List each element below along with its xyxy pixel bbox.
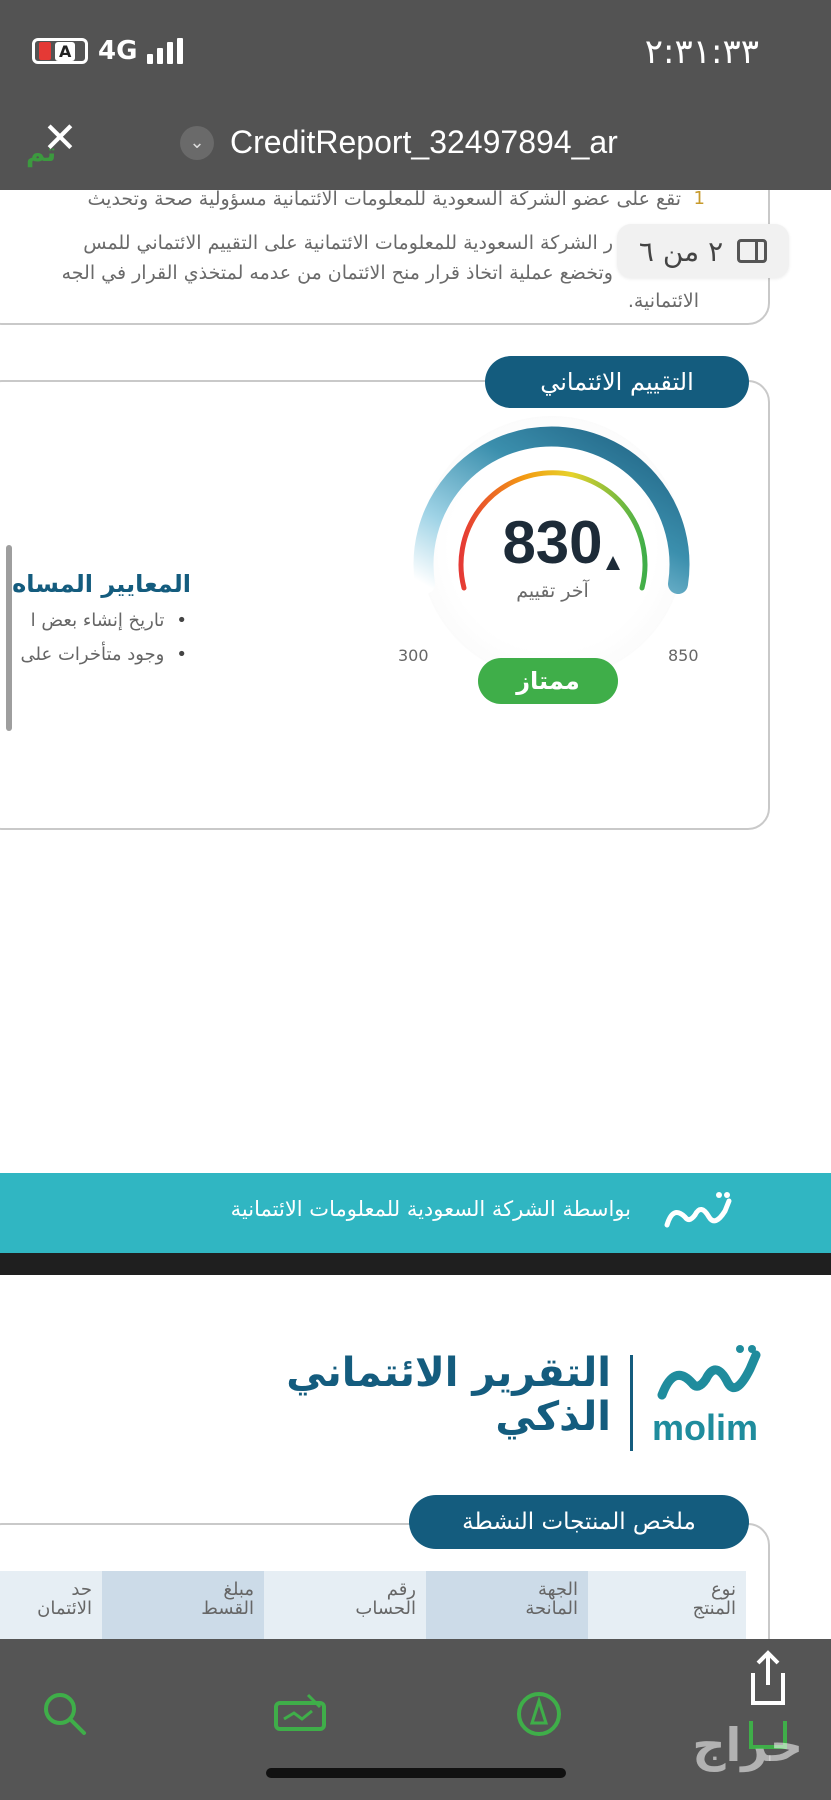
note-line-3: وتخضع عملية اتخاذ قرار منح الائتمان من ع… [61, 262, 613, 284]
report-title: التقرير الائتماني الذكي [286, 1350, 611, 1440]
title-separator [630, 1355, 633, 1451]
battery-icon: A [32, 38, 88, 64]
rating-badge: ممتاز [478, 658, 618, 704]
status-indicators: A 4G [32, 36, 184, 66]
score-value: 830 [502, 509, 603, 576]
credit-score-heading: التقييم الائتماني [485, 356, 749, 408]
page-divider [0, 1253, 831, 1275]
score-min-label: 300 [398, 646, 429, 665]
signal-icon [147, 38, 184, 64]
home-indicator[interactable] [266, 1768, 566, 1778]
document-title-button[interactable]: ⌄ CreditReport_32497894_ar [180, 124, 618, 161]
chevron-down-icon: ⌄ [180, 125, 214, 160]
close-icon[interactable]: ✕ [40, 117, 80, 159]
share-icon[interactable] [745, 1649, 791, 1709]
criteria-item: وجود متأخرات على [21, 644, 187, 665]
note-line-2: ر الشركة السعودية للمعلومات الائتمانية ع… [83, 232, 613, 254]
signature-icon[interactable] [272, 1689, 328, 1739]
note-line-4: الائتمانية. [627, 290, 699, 312]
note-line-1: تقع على عضو الشركة السعودية للمعلومات ال… [87, 190, 682, 210]
score-caption: آخر تقييم [516, 580, 589, 602]
document-title: CreditReport_32497894_ar [230, 124, 618, 160]
page-indicator-text: ٢ من ٦ [638, 234, 724, 268]
sidebar-icon [737, 239, 768, 263]
criteria-item: تاريخ إنشاء بعض ا [31, 610, 187, 631]
summary-heading: ملخص المنتجات النشطة [409, 1495, 749, 1549]
watermark: حراج [692, 1718, 803, 1772]
summary-table-header: نوع المنتج الجهة المانحة رقم الحساب مبلغ الق… [0, 1571, 746, 1639]
top-bar: A 4G ٢:٣١:٣٣ تم ✕ ⌄ CreditReport_3249789… [0, 0, 831, 190]
molim-logo-icon [657, 1345, 761, 1400]
pdf-page-2[interactable]: التقرير الائتماني الذكي molim ملخص المنت… [0, 1275, 831, 1639]
page-indicator[interactable]: ٢ من ٦ [617, 224, 789, 278]
scroll-handle[interactable] [6, 545, 12, 731]
bottom-toolbar: حراج [0, 1639, 831, 1800]
search-icon[interactable] [40, 1689, 90, 1739]
network-label: 4G [98, 36, 138, 66]
molim-logo-icon [664, 1192, 732, 1228]
note-number: 1 [693, 190, 705, 209]
molim-wordmark: molim [652, 1407, 759, 1448]
score-max-label: 850 [668, 646, 699, 665]
criteria-heading: المعايير المساه [12, 570, 191, 598]
column-header: رقم الحساب [264, 1571, 426, 1639]
column-header: الجهة المانحة [426, 1571, 588, 1639]
page-footer-band: بواسطة الشركة السعودية للمعلومات الائتما… [0, 1173, 831, 1253]
markup-icon[interactable] [514, 1689, 564, 1739]
footer-text: بواسطة الشركة السعودية للمعلومات الائتما… [230, 1197, 631, 1221]
pdf-page-1[interactable]: 1 تقع على عضو الشركة السعودية للمعلومات … [0, 190, 831, 1170]
status-time: ٢:٣١:٣٣ [644, 32, 759, 72]
column-header: حد الائتمان [0, 1571, 102, 1639]
column-header: مبلغ القسط [102, 1571, 264, 1639]
column-header: نوع المنتج [588, 1571, 746, 1639]
